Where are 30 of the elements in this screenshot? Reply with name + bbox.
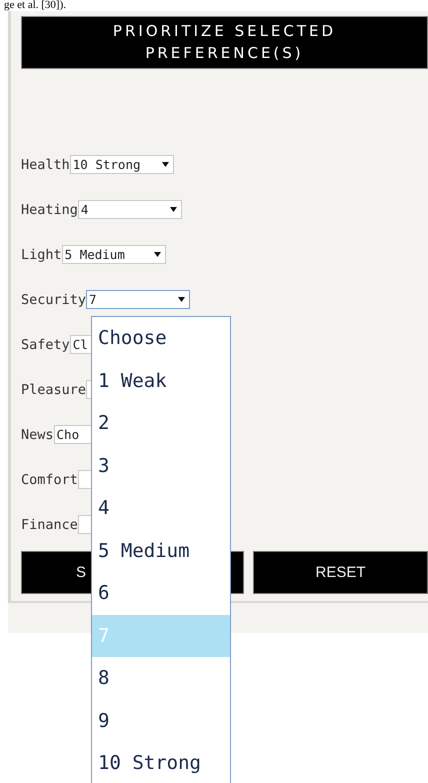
form-header: PRIORITIZE SELECTED PREFERENCE(S) <box>21 16 428 69</box>
preference-label: Heating <box>21 202 78 218</box>
preference-label: Safety <box>21 336 70 352</box>
preference-label: Pleasure <box>21 382 86 398</box>
dropdown-option[interactable]: Choose <box>92 317 230 360</box>
preference-label: News <box>21 426 54 442</box>
priority-select[interactable]: 7 <box>86 290 190 309</box>
dropdown-option[interactable]: 4 <box>92 487 230 530</box>
caret-icon <box>154 252 161 257</box>
dropdown-option[interactable]: 10 Strong <box>92 742 230 783</box>
dropdown-option[interactable]: 2 <box>92 402 230 444</box>
preference-label: Comfort <box>21 472 78 488</box>
dropdown-option[interactable]: 5 Medium <box>92 530 230 572</box>
dropdown-option[interactable]: 8 <box>92 657 230 700</box>
preference-label: Finance <box>21 516 78 532</box>
form-button[interactable]: RESET <box>253 551 428 594</box>
dropdown-option[interactable]: 1 Weak <box>92 360 230 402</box>
dropdown-option[interactable]: 9 <box>92 700 230 742</box>
preference-label: Health <box>21 156 70 172</box>
priority-select[interactable]: 10 Strong <box>70 155 174 174</box>
priority-select[interactable]: 5 Medium <box>62 245 166 264</box>
caret-icon <box>162 162 169 167</box>
priority-select[interactable]: 4 <box>78 200 182 219</box>
preference-label: Light <box>21 246 62 262</box>
dropdown-option[interactable]: 3 <box>92 444 230 487</box>
caret-icon <box>178 297 186 302</box>
preference-label: Security <box>21 292 86 308</box>
caption-text: ge et al. [30]). <box>3 0 67 11</box>
caret-icon <box>170 207 177 212</box>
dropdown-option[interactable]: 6 <box>92 572 230 614</box>
